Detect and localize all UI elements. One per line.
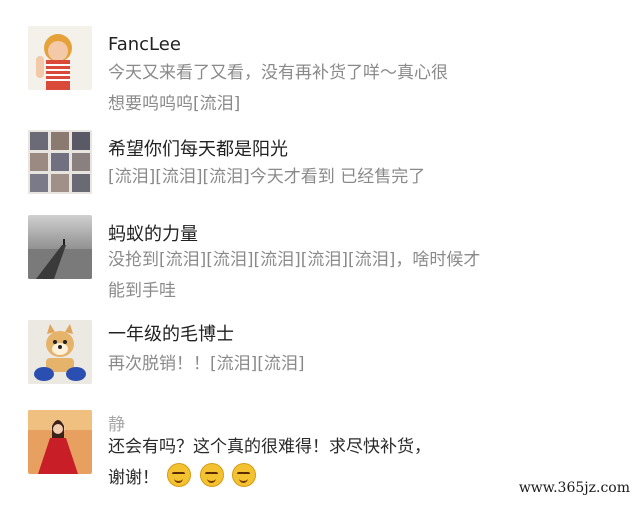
grimace-face-icon [199,463,224,487]
comment-item: 希望你们每天都是阳光 [流泪][流泪][流泪]今天才看到 已经售完了 [0,125,640,215]
comment-line: 没抢到[流泪][流泪][流泪][流泪][流泪]，啥时候才 [108,250,481,270]
avatar[interactable] [28,215,92,279]
comment-item: 蚂蚁的力量 没抢到[流泪][流泪][流泪][流泪][流泪]，啥时候才 能到手哇 [0,215,640,315]
commenter-name[interactable]: 希望你们每天都是阳光 [108,135,288,161]
avatar[interactable] [28,410,92,474]
comment-line: 今天又来看了又看，没有再补货了咩～真心很 [108,63,448,83]
comment-line: 谢谢！ [108,463,528,494]
comment-text: 再次脱销！！[流泪][流泪] [108,349,528,380]
comment-text: 今天又来看了又看，没有再补货了咩～真心很 想要呜呜呜[流泪] [108,58,528,120]
grimace-face-icon [232,463,257,487]
comment-item: 一年级的毛博士 再次脱销！！[流泪][流泪] [0,315,640,395]
commenter-name[interactable]: FancLee [108,34,181,55]
avatar[interactable] [28,130,92,194]
watermark: www.365jz.com [518,480,630,496]
avatar[interactable] [28,26,92,90]
commenter-name[interactable]: 蚂蚁的力量 [108,220,198,246]
grimace-face-icon [167,463,192,487]
comment-line: [流泪][流泪][流泪]今天才看到 已经售完了 [108,167,426,187]
comment-line-text: 谢谢！ [108,468,159,488]
avatar[interactable] [28,320,92,384]
comment-text: 没抢到[流泪][流泪][流泪][流泪][流泪]，啥时候才 能到手哇 [108,245,528,307]
comment-line: 能到手哇 [108,281,176,301]
comment-item: FancLee 今天又来看了又看，没有再补货了咩～真心很 想要呜呜呜[流泪] [0,0,640,125]
comment-text: [流泪][流泪][流泪]今天才看到 已经售完了 [108,162,528,193]
comment-text: 还会有吗？这个真的很难得！求尽快补货， 谢谢！ [108,432,528,494]
commenter-name[interactable]: 一年级的毛博士 [108,320,234,346]
comment-line: 再次脱销！！[流泪][流泪] [108,354,305,374]
comment-line: 还会有吗？这个真的很难得！求尽快补货， [108,437,431,457]
comment-line: 想要呜呜呜[流泪] [108,94,241,114]
